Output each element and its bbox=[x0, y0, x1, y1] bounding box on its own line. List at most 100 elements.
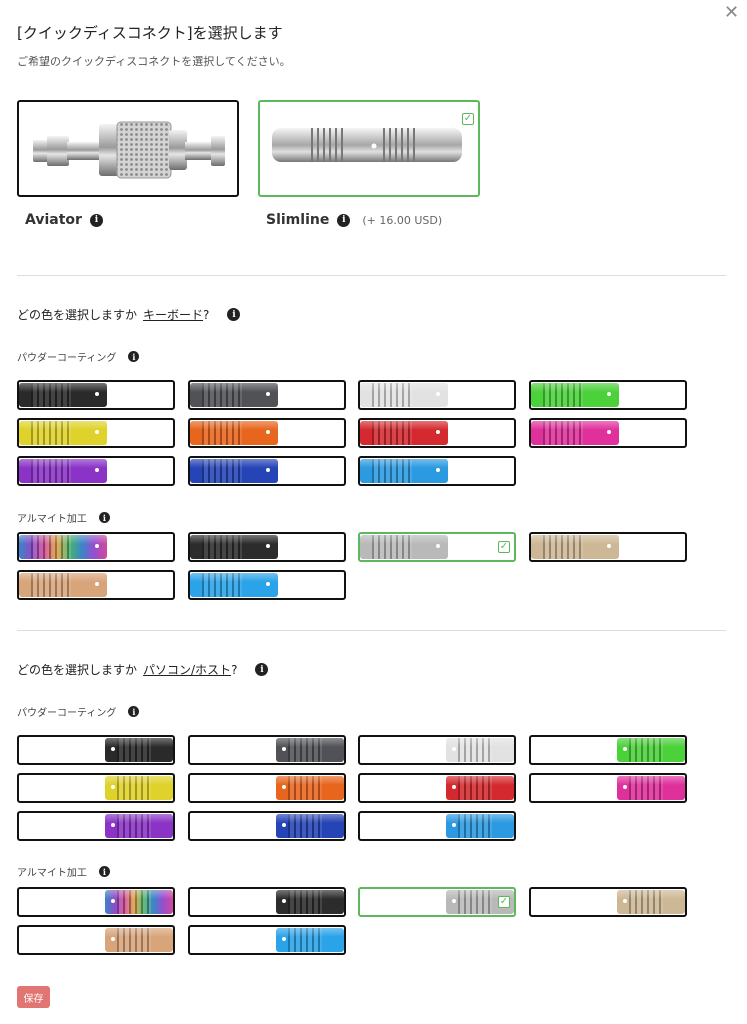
color-swatch[interactable] bbox=[529, 735, 687, 765]
connector-color-preview bbox=[19, 459, 107, 483]
color-swatch[interactable] bbox=[17, 735, 175, 765]
close-icon[interactable]: ✕ bbox=[724, 4, 739, 22]
keyboard-powder-label: パウダーコーティング bbox=[17, 353, 117, 364]
color-swatch[interactable] bbox=[17, 456, 175, 486]
color-swatch[interactable] bbox=[17, 773, 175, 803]
marker-dot bbox=[266, 582, 270, 586]
keyboard-anodized-label: アルマイト加工 bbox=[17, 514, 87, 525]
color-swatch[interactable] bbox=[358, 773, 516, 803]
color-swatch[interactable] bbox=[188, 773, 346, 803]
connector-color-preview bbox=[531, 421, 619, 445]
connector-color-preview bbox=[190, 421, 278, 445]
color-swatch[interactable] bbox=[358, 811, 516, 841]
connector-color-preview bbox=[190, 573, 278, 597]
keyboard-question-mark: ? bbox=[203, 308, 210, 322]
color-swatch[interactable] bbox=[188, 532, 346, 562]
connector-color-preview bbox=[446, 776, 514, 800]
connector-color-preview bbox=[276, 738, 344, 762]
marker-dot bbox=[95, 430, 99, 434]
marker-dot bbox=[452, 747, 456, 751]
host-anodized-label: アルマイト加工 bbox=[17, 868, 87, 879]
connector-color-preview bbox=[276, 814, 344, 838]
info-icon[interactable]: i bbox=[98, 512, 110, 523]
color-swatch[interactable] bbox=[358, 456, 516, 486]
connector-card-aviator[interactable] bbox=[17, 100, 239, 197]
info-icon[interactable]: i bbox=[89, 213, 103, 227]
connector-color-preview bbox=[19, 535, 107, 559]
marker-dot bbox=[436, 430, 440, 434]
info-icon[interactable]: i bbox=[128, 351, 140, 362]
color-swatch[interactable] bbox=[17, 811, 175, 841]
connector-color-preview bbox=[617, 890, 685, 914]
color-swatch[interactable] bbox=[188, 735, 346, 765]
connector-color-preview bbox=[190, 383, 278, 407]
color-swatch[interactable]: ✓ bbox=[358, 532, 516, 562]
connector-color-preview bbox=[531, 383, 619, 407]
color-swatch[interactable] bbox=[17, 887, 175, 917]
color-swatch[interactable] bbox=[17, 380, 175, 410]
connector-color-preview bbox=[446, 814, 514, 838]
marker-dot bbox=[266, 544, 270, 548]
color-swatch[interactable]: ✓ bbox=[358, 887, 516, 917]
check-icon: ✓ bbox=[462, 113, 474, 125]
color-swatch[interactable] bbox=[358, 418, 516, 448]
color-swatch[interactable] bbox=[529, 773, 687, 803]
info-icon[interactable]: i bbox=[255, 663, 269, 676]
keyboard-link[interactable]: キーボード bbox=[143, 308, 203, 322]
color-swatch[interactable] bbox=[188, 925, 346, 955]
marker-dot bbox=[111, 785, 115, 789]
color-swatch[interactable] bbox=[188, 570, 346, 600]
marker-dot bbox=[452, 899, 456, 903]
save-button[interactable]: 保存 bbox=[17, 986, 50, 1008]
aviator-connector-image bbox=[33, 121, 225, 179]
connector-color-preview bbox=[19, 573, 107, 597]
marker-dot bbox=[111, 823, 115, 827]
connector-color-preview bbox=[531, 535, 619, 559]
color-swatch[interactable] bbox=[188, 380, 346, 410]
marker-dot bbox=[607, 544, 611, 548]
connector-color-preview bbox=[617, 738, 685, 762]
marker-dot bbox=[452, 785, 456, 789]
color-swatch[interactable] bbox=[17, 418, 175, 448]
color-swatch[interactable] bbox=[17, 925, 175, 955]
divider bbox=[17, 630, 726, 631]
marker-dot bbox=[623, 747, 627, 751]
color-swatch[interactable] bbox=[529, 887, 687, 917]
color-swatch[interactable] bbox=[188, 887, 346, 917]
connector-color-preview bbox=[105, 890, 173, 914]
connector-color-preview bbox=[105, 928, 173, 952]
color-swatch[interactable] bbox=[529, 418, 687, 448]
color-swatch[interactable] bbox=[358, 380, 516, 410]
color-swatch[interactable] bbox=[529, 532, 687, 562]
color-swatch[interactable] bbox=[188, 418, 346, 448]
info-icon[interactable]: i bbox=[227, 308, 241, 321]
color-swatch[interactable] bbox=[17, 570, 175, 600]
keyboard-question: どの色を選択しますか bbox=[17, 308, 138, 322]
page-title: [クイックディスコネクト]を選択します bbox=[17, 24, 283, 42]
marker-dot bbox=[607, 430, 611, 434]
host-powder-label: パウダーコーティング bbox=[17, 708, 117, 719]
connector-color-preview bbox=[360, 459, 448, 483]
marker-dot bbox=[111, 937, 115, 941]
marker-dot bbox=[623, 899, 627, 903]
info-icon[interactable]: i bbox=[337, 213, 351, 227]
host-link[interactable]: パソコン/ホスト bbox=[143, 663, 231, 677]
color-swatch[interactable] bbox=[17, 532, 175, 562]
connector-color-preview bbox=[276, 776, 344, 800]
connector-color-preview bbox=[360, 421, 448, 445]
marker-dot bbox=[111, 747, 115, 751]
divider bbox=[17, 275, 726, 276]
color-swatch[interactable] bbox=[188, 456, 346, 486]
connector-card-slimline[interactable]: ✓ bbox=[258, 100, 480, 197]
info-icon[interactable]: i bbox=[128, 706, 140, 717]
info-icon[interactable]: i bbox=[98, 866, 110, 877]
color-swatch[interactable] bbox=[358, 735, 516, 765]
marker-dot bbox=[436, 468, 440, 472]
color-swatch[interactable] bbox=[188, 811, 346, 841]
connector-color-preview bbox=[446, 738, 514, 762]
connector-color-preview bbox=[360, 383, 448, 407]
marker-dot bbox=[282, 747, 286, 751]
color-swatch[interactable] bbox=[529, 380, 687, 410]
connector-price: (+ 16.00 USD) bbox=[362, 213, 443, 227]
connector-color-preview bbox=[617, 776, 685, 800]
